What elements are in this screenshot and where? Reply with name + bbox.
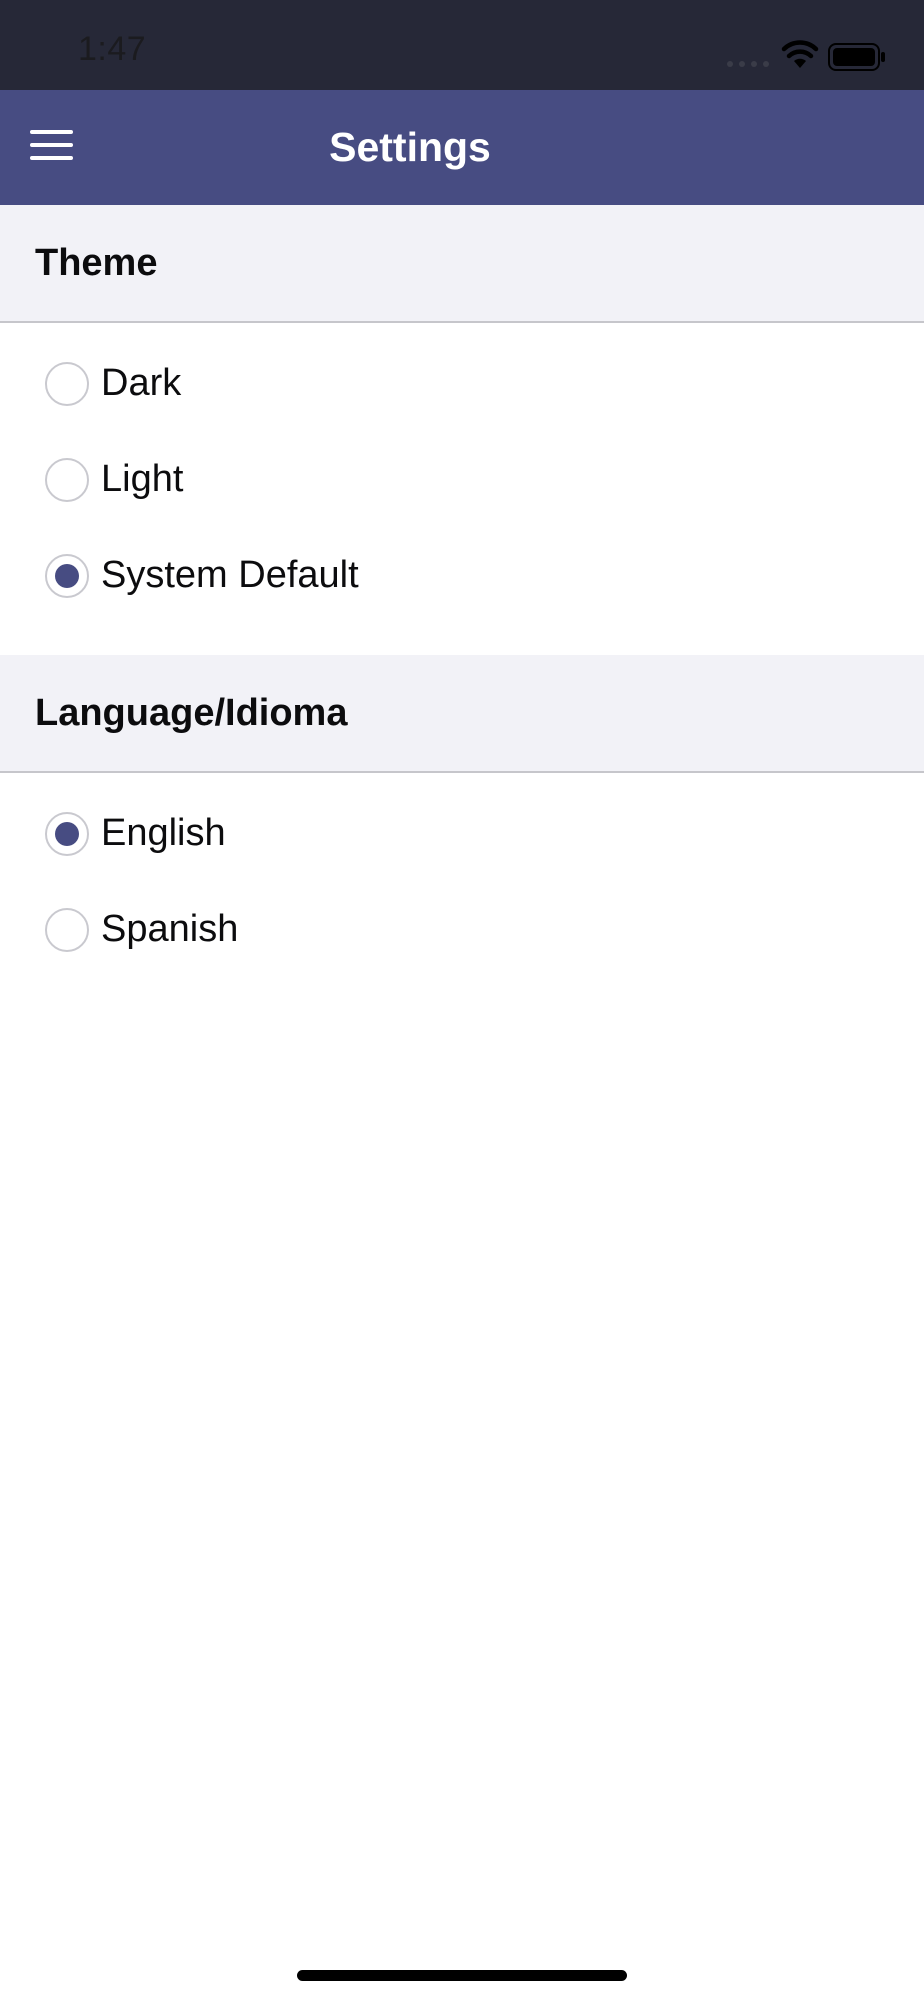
theme-option-label: Light bbox=[101, 458, 184, 500]
wifi-icon bbox=[781, 40, 819, 68]
radio-button[interactable] bbox=[45, 362, 89, 406]
radio-button-selected[interactable] bbox=[45, 812, 89, 856]
language-section-title: Language/Idioma bbox=[35, 692, 348, 734]
theme-option-light[interactable]: Light bbox=[0, 431, 924, 527]
signal-icon bbox=[727, 61, 769, 67]
radio-button-selected[interactable] bbox=[45, 554, 89, 598]
radio-button[interactable] bbox=[45, 908, 89, 952]
language-section-header: Language/Idioma bbox=[0, 655, 924, 773]
status-bar: 1:47 bbox=[0, 0, 924, 90]
theme-option-label: Dark bbox=[101, 362, 182, 404]
language-option-spanish[interactable]: Spanish bbox=[0, 881, 924, 977]
page-title: Settings bbox=[329, 124, 491, 170]
theme-option-system-default[interactable]: System Default bbox=[0, 527, 924, 623]
nav-bar: Settings bbox=[0, 90, 924, 205]
language-option-label: Spanish bbox=[101, 908, 239, 950]
settings-screen: 1:47 Settings Theme Dark Light System De… bbox=[0, 0, 924, 2000]
theme-section-title: Theme bbox=[35, 242, 158, 284]
battery-icon bbox=[828, 43, 885, 71]
language-option-english[interactable]: English bbox=[0, 785, 924, 881]
language-option-label: English bbox=[101, 812, 226, 854]
theme-section-header: Theme bbox=[0, 205, 924, 323]
home-indicator bbox=[297, 1970, 627, 1981]
theme-option-dark[interactable]: Dark bbox=[0, 335, 924, 431]
status-time: 1:47 bbox=[78, 30, 147, 68]
theme-option-label: System Default bbox=[101, 554, 359, 596]
radio-button[interactable] bbox=[45, 458, 89, 502]
